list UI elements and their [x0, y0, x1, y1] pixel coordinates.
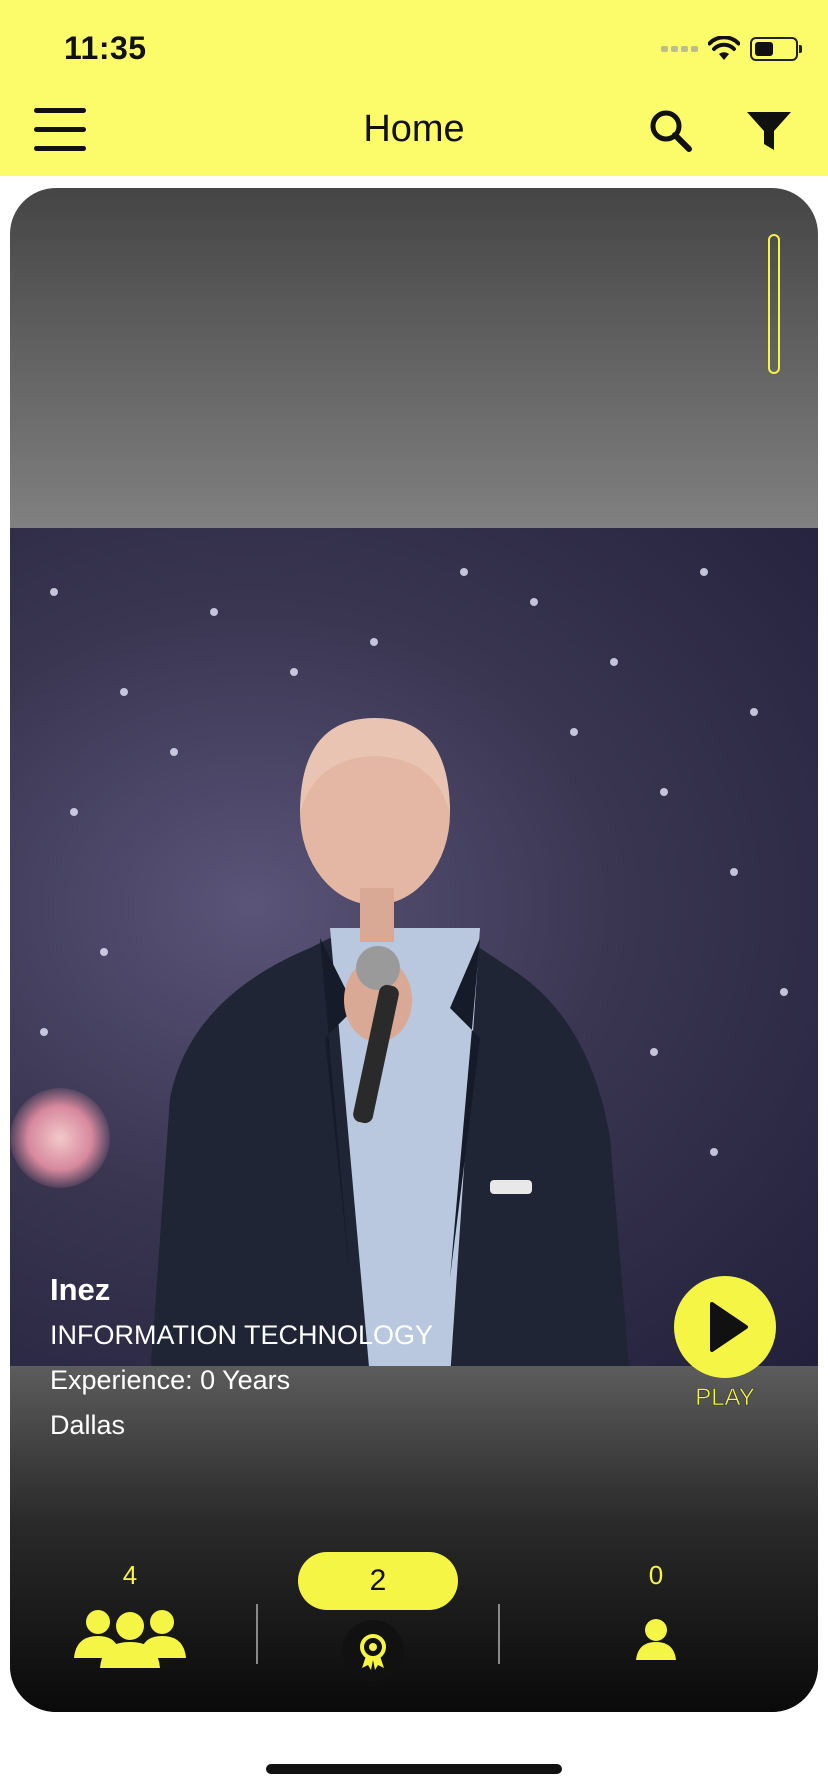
- speaker-image: [150, 718, 629, 1366]
- search-icon: [650, 110, 692, 152]
- groups-button[interactable]: [74, 1606, 186, 1668]
- awards-count-pill[interactable]: 2: [298, 1552, 458, 1610]
- groups-count: 4: [122, 1560, 138, 1590]
- filter-button[interactable]: [744, 108, 794, 154]
- filter-icon: [747, 112, 791, 150]
- play-icon: [710, 1302, 748, 1352]
- profile-info: Inez INFORMATION TECHNOLOGY Experience: …: [50, 1272, 433, 1455]
- nav-divider: [256, 1604, 258, 1664]
- profile-experience: Experience: 0 Years: [50, 1365, 291, 1395]
- battery-icon: [750, 37, 802, 61]
- group-icon: [74, 1610, 186, 1668]
- profile-button[interactable]: [634, 1618, 678, 1662]
- top-bar: 11:35 Home: [0, 0, 828, 176]
- scroll-indicator[interactable]: [768, 234, 780, 374]
- person-icon: [636, 1619, 676, 1660]
- status-time: 11:35: [64, 30, 147, 66]
- award-icon: [360, 1634, 386, 1670]
- profile-card[interactable]: Inez INFORMATION TECHNOLOGY Experience: …: [10, 188, 818, 1712]
- wifi-icon: [708, 36, 740, 60]
- profile-location: Dallas: [50, 1410, 126, 1440]
- profile-name: Inez: [50, 1272, 111, 1307]
- status-icons: [661, 34, 802, 64]
- search-button[interactable]: [648, 108, 694, 154]
- profile-count: 0: [648, 1560, 664, 1590]
- home-indicator[interactable]: [266, 1764, 562, 1774]
- video-thumbnail[interactable]: [10, 528, 818, 1366]
- stage-light: [10, 1088, 110, 1188]
- bottom-nav: 4 2 0: [10, 1548, 818, 1708]
- play-button[interactable]: [674, 1276, 776, 1378]
- header-divider: [0, 176, 828, 181]
- signal-icon: [661, 46, 698, 52]
- nav-divider: [498, 1604, 500, 1664]
- page-title: Home: [363, 108, 465, 150]
- play-label: PLAY: [695, 1384, 755, 1412]
- profile-industry: INFORMATION TECHNOLOGY: [50, 1320, 434, 1350]
- awards-button[interactable]: [342, 1620, 404, 1682]
